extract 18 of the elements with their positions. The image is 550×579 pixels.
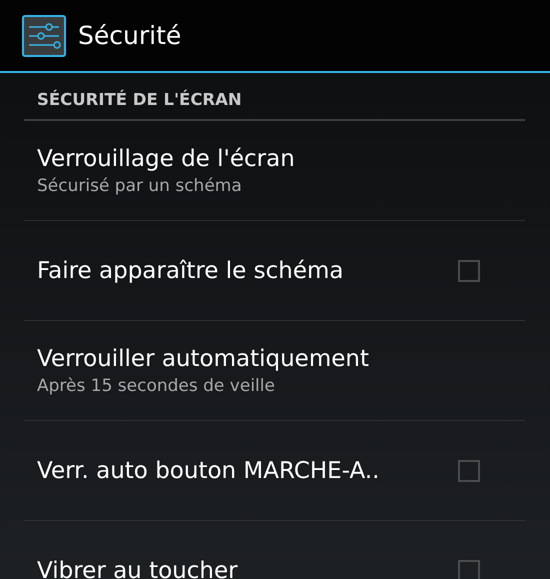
setting-summary: Sécurisé par un schéma — [37, 176, 243, 196]
setting-title: Verrouillage de l'écran — [37, 146, 296, 172]
settings-icon — [22, 14, 66, 56]
setting-row[interactable]: Verr. auto bouton MARCHE-A.. — [24, 421, 525, 521]
setting-row[interactable]: Faire apparaître le schéma — [24, 221, 525, 321]
setting-title: Verr. auto bouton MARCHE-A.. — [37, 458, 380, 484]
setting-summary: Après 15 secondes de veille — [37, 376, 276, 396]
setting-row[interactable]: Vibrer au toucher — [24, 521, 525, 579]
checkbox[interactable] — [458, 460, 480, 482]
setting-title: Faire apparaître le schéma — [37, 258, 344, 284]
checkbox[interactable] — [458, 560, 480, 579]
setting-title: Verrouiller automatiquement — [37, 346, 370, 372]
category-header: SÉCURITÉ DE L'ÉCRAN — [24, 73, 525, 121]
checkbox[interactable] — [458, 260, 480, 282]
setting-row[interactable]: Verrouiller automatiquement Après 15 secondes de veille — [24, 321, 525, 421]
setting-row[interactable]: Verrouillage de l'écran Sécurisé par un schéma — [24, 121, 525, 221]
screen-title: Sécurité — [78, 21, 182, 50]
setting-title: Vibrer au toucher — [37, 558, 239, 579]
